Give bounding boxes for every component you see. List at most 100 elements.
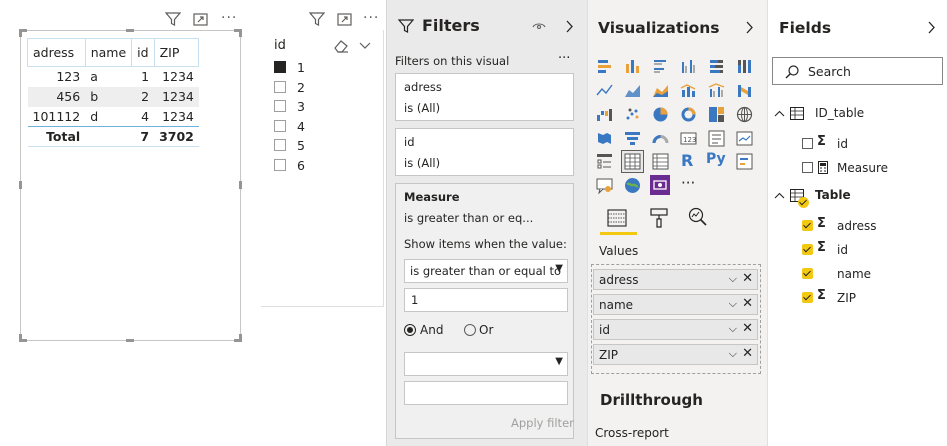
arcgis-map-icon[interactable] [624, 177, 641, 194]
analytics-magnifier-icon[interactable] [688, 207, 708, 227]
qa-visual-icon[interactable] [596, 177, 613, 194]
resize-handle[interactable] [126, 339, 134, 342]
checkbox-checked[interactable] [802, 244, 813, 255]
line-and-stacked-column-chart-icon[interactable] [680, 82, 697, 99]
custom-visual-icon[interactable] [650, 175, 670, 195]
table-name-table[interactable]: Table [815, 188, 851, 202]
slicer-item[interactable]: 3 [274, 98, 305, 114]
map-icon[interactable] [736, 106, 753, 123]
chevron-up-icon[interactable] [774, 192, 785, 199]
checkbox[interactable] [802, 162, 813, 173]
waterfall-chart-icon[interactable] [596, 106, 613, 123]
chevron-down-icon[interactable]: ⌵ [729, 322, 737, 336]
fields-tab-icon[interactable] [607, 208, 627, 228]
checkbox[interactable] [274, 120, 286, 132]
eye-icon[interactable] [532, 22, 546, 32]
or-radio[interactable]: Or [464, 323, 493, 337]
slicer-item[interactable]: 6 [274, 157, 305, 173]
value-field-name[interactable]: name ⌵ ✕ [593, 294, 758, 315]
slicer-item[interactable]: 2 [274, 79, 305, 95]
resize-handle[interactable] [19, 29, 22, 37]
multi-row-card-icon[interactable] [708, 130, 725, 147]
resize-handle[interactable] [239, 181, 242, 189]
chevron-right-icon[interactable] [566, 20, 574, 33]
field-zip[interactable]: ZIP [837, 291, 856, 305]
table-name-id-table[interactable]: ID_table [815, 106, 864, 120]
key-influencers-icon[interactable] [736, 153, 753, 170]
stacked-bar-chart-icon[interactable] [596, 58, 613, 75]
second-value-input[interactable] [404, 381, 568, 405]
chevron-down-icon[interactable]: ⌵ [729, 272, 737, 286]
filter-card-id[interactable]: id is (All) [395, 128, 574, 176]
matrix-icon[interactable] [652, 153, 669, 170]
focus-mode-icon[interactable] [193, 12, 208, 27]
kpi-icon[interactable] [736, 130, 753, 147]
donut-chart-icon[interactable] [680, 106, 697, 123]
resize-handle[interactable] [239, 29, 242, 37]
ribbon-chart-icon[interactable] [736, 82, 753, 99]
slicer-visual[interactable]: id 1 2 3 4 5 6 [261, 30, 384, 307]
pie-chart-icon[interactable] [652, 106, 669, 123]
more-visuals-icon[interactable]: ··· [681, 174, 695, 192]
radio-selected[interactable] [404, 324, 416, 336]
remove-field-icon[interactable]: ✕ [742, 296, 753, 311]
line-and-clustered-column-chart-icon[interactable] [708, 82, 725, 99]
100-stacked-column-chart-icon[interactable] [736, 58, 753, 75]
value-field-adress[interactable]: adress ⌵ ✕ [593, 269, 758, 290]
chevron-right-icon[interactable] [746, 21, 754, 34]
r-script-visual-icon[interactable]: R [681, 151, 698, 170]
checkbox[interactable] [274, 100, 286, 112]
resize-handle[interactable] [19, 334, 22, 342]
chevron-down-icon[interactable]: ⌵ [729, 347, 737, 361]
slicer-item[interactable]: 1 [274, 59, 305, 75]
chevron-down-icon[interactable] [359, 42, 371, 50]
field-measure[interactable]: Measure [837, 161, 888, 175]
value-field-zip[interactable]: ZIP ⌵ ✕ [593, 344, 758, 365]
apply-filter-button[interactable]: Apply filter [511, 416, 574, 430]
checkbox-checked[interactable] [802, 220, 813, 231]
more-options-icon[interactable]: ··· [558, 51, 570, 66]
focus-mode-icon[interactable] [337, 12, 352, 27]
stacked-column-chart-icon[interactable] [624, 58, 641, 75]
gauge-icon[interactable] [652, 130, 669, 147]
resize-handle[interactable] [19, 181, 22, 189]
radio[interactable] [464, 324, 476, 336]
clustered-bar-chart-icon[interactable] [652, 58, 669, 75]
checkbox-checked[interactable] [802, 292, 813, 303]
line-chart-icon[interactable] [596, 82, 613, 99]
column-header-zip[interactable]: ZIP [154, 38, 200, 67]
card-icon[interactable]: 123 [680, 130, 697, 147]
slicer-item[interactable]: 5 [274, 137, 305, 153]
condition-dropdown[interactable]: is greater than or equal to ▼ [404, 259, 568, 283]
checkbox[interactable] [802, 138, 813, 149]
checkbox[interactable] [274, 81, 286, 93]
checkbox-checked[interactable] [274, 61, 286, 73]
more-options-icon[interactable]: ··· [221, 10, 237, 26]
table-icon[interactable] [621, 150, 644, 173]
table-visual[interactable]: adress name id ZIP 123 a 1 1234 456 b 2 … [19, 29, 242, 342]
checkbox-checked[interactable] [802, 268, 813, 279]
field-adress[interactable]: adress [837, 219, 877, 233]
100-stacked-bar-chart-icon[interactable] [708, 58, 725, 75]
second-condition-dropdown[interactable]: ▼ [404, 352, 568, 376]
field-id[interactable]: id [837, 137, 848, 151]
clustered-column-chart-icon[interactable] [680, 58, 697, 75]
area-chart-icon[interactable] [624, 82, 641, 99]
checkbox[interactable] [274, 159, 286, 171]
column-header-id[interactable]: id [131, 38, 155, 67]
resize-handle[interactable] [126, 29, 134, 32]
python-visual-icon[interactable]: Py [706, 151, 730, 168]
search-input[interactable]: Search [772, 57, 943, 85]
checkbox[interactable] [274, 139, 286, 151]
column-header-name[interactable]: name [85, 38, 133, 67]
and-radio[interactable]: And [404, 323, 443, 337]
stacked-area-chart-icon[interactable] [652, 82, 669, 99]
filter-icon[interactable] [309, 11, 325, 27]
slicer-icon[interactable] [596, 153, 613, 170]
filter-card-adress[interactable]: adress is (All) [395, 73, 574, 121]
eraser-icon[interactable] [333, 39, 349, 53]
chevron-down-icon[interactable]: ⌵ [729, 297, 737, 311]
value-field-id[interactable]: id ⌵ ✕ [593, 319, 758, 340]
chevron-up-icon[interactable] [774, 110, 785, 117]
field-name[interactable]: name [837, 267, 871, 281]
